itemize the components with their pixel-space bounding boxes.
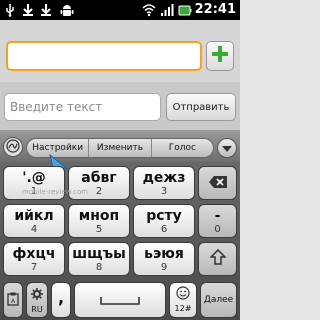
svg-text:A: A bbox=[11, 298, 16, 305]
clipboard-icon: A bbox=[7, 291, 19, 310]
download-icon bbox=[22, 2, 34, 18]
gear-icon bbox=[27, 286, 47, 305]
clock: 22:41 bbox=[194, 2, 236, 17]
key-5[interactable]: мноп 5 bbox=[68, 204, 130, 238]
send-button[interactable]: Отправить bbox=[166, 93, 236, 121]
clipboard-key[interactable]: A bbox=[3, 282, 23, 318]
menu-voice[interactable]: Голос bbox=[152, 139, 213, 157]
recipient-input[interactable] bbox=[6, 41, 202, 71]
status-bar: 22:41 bbox=[0, 0, 240, 20]
menu-edit[interactable]: Изменить bbox=[89, 139, 152, 157]
swype-logo-icon bbox=[6, 138, 20, 157]
shift-key[interactable] bbox=[198, 242, 237, 276]
add-recipient-button[interactable] bbox=[206, 41, 234, 71]
shift-arrow-icon bbox=[208, 248, 227, 269]
usb-icon bbox=[4, 2, 16, 18]
key-6[interactable]: рсту 6 bbox=[133, 204, 195, 238]
key-9[interactable]: ьэюя 9 bbox=[133, 242, 195, 276]
plus-icon bbox=[211, 45, 229, 67]
key-7[interactable]: фхцч 7 bbox=[3, 242, 65, 276]
next-key[interactable]: Далее bbox=[200, 282, 237, 318]
space-bar-icon bbox=[100, 291, 140, 310]
key-minus[interactable]: - 0 bbox=[198, 204, 237, 238]
space-key[interactable] bbox=[74, 282, 166, 318]
watermark: mobile-review.com bbox=[22, 188, 88, 196]
key-8[interactable]: шщъы 8 bbox=[68, 242, 130, 276]
signal-icon bbox=[160, 2, 174, 18]
comma-key[interactable]: , bbox=[51, 282, 71, 318]
keyboard-logo-button[interactable] bbox=[3, 137, 23, 157]
download-done-icon bbox=[40, 2, 52, 18]
chevron-down-icon bbox=[221, 139, 233, 158]
collapse-keyboard-button[interactable] bbox=[217, 138, 237, 158]
backspace-key[interactable] bbox=[198, 166, 237, 200]
key-4[interactable]: ийкл 4 bbox=[3, 204, 65, 238]
language-key[interactable]: RU bbox=[26, 282, 48, 318]
message-input[interactable]: Введите текст bbox=[4, 93, 161, 121]
backspace-icon bbox=[208, 174, 228, 193]
android-debug-icon bbox=[60, 2, 74, 18]
key-3[interactable]: дежз 3 bbox=[133, 166, 195, 200]
symbols-key[interactable]: 12# bbox=[169, 282, 197, 318]
battery-icon bbox=[178, 2, 192, 18]
smiley-icon bbox=[170, 285, 196, 304]
wifi-icon bbox=[142, 2, 156, 18]
